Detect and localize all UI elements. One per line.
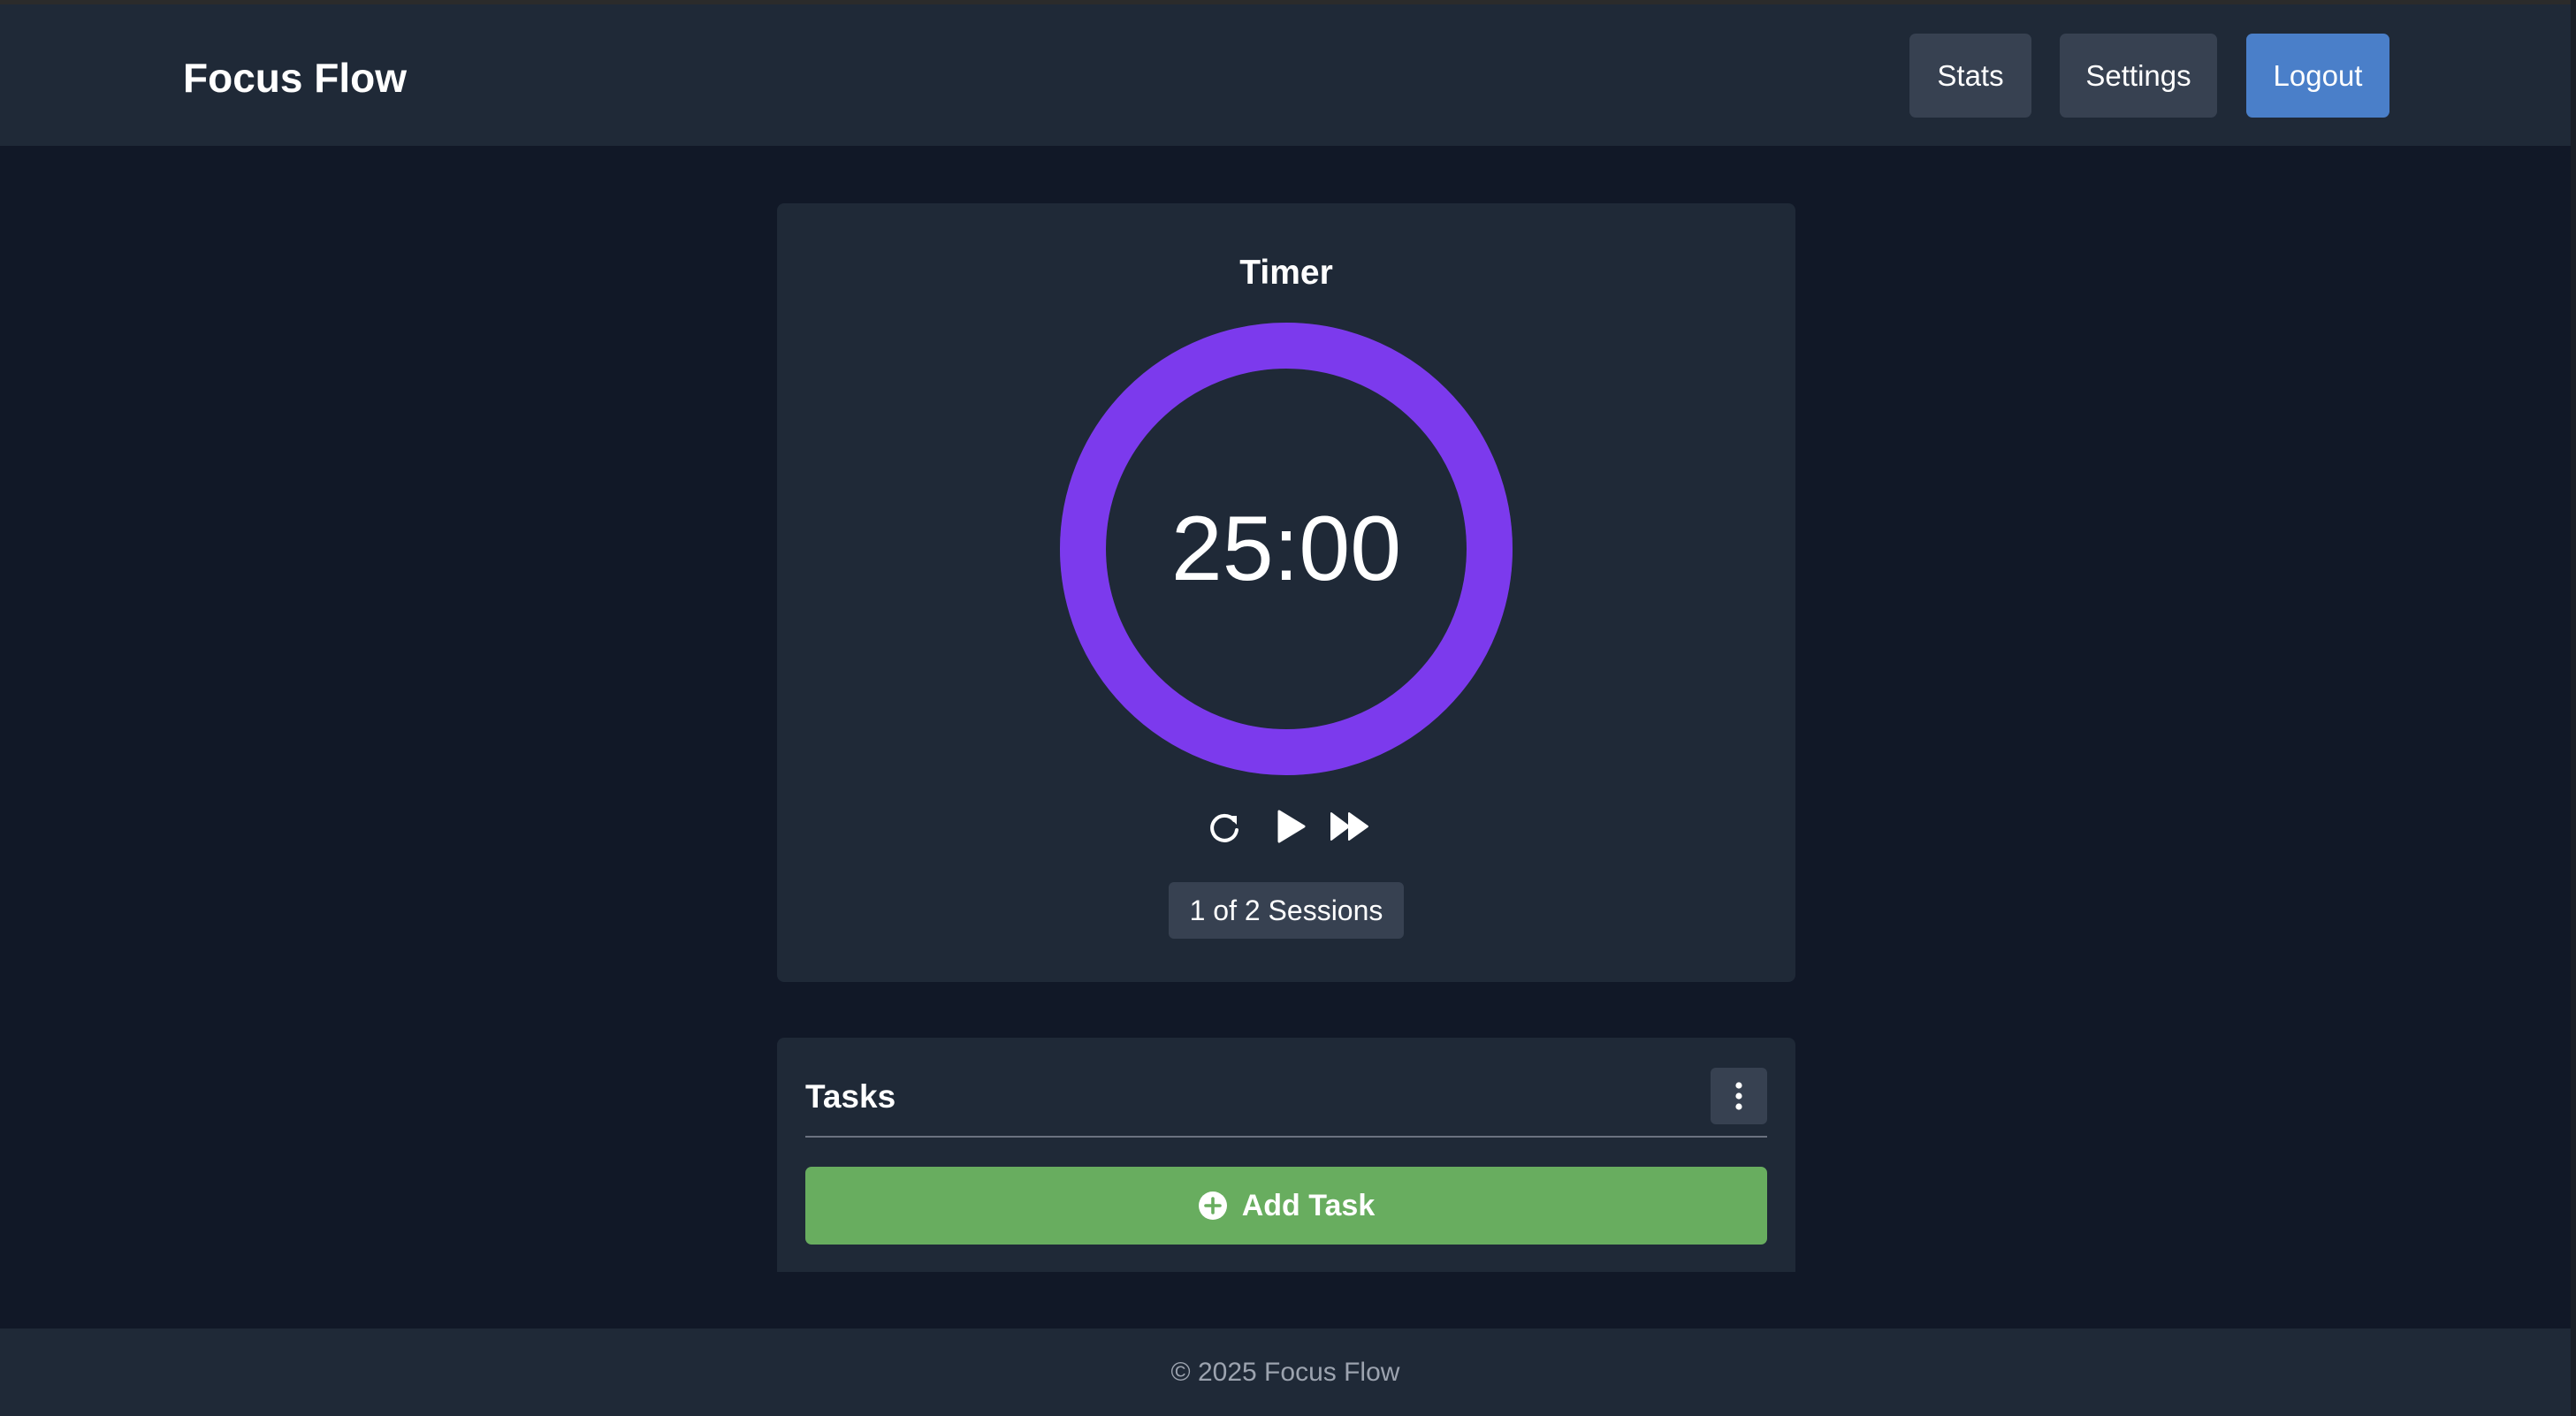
timer-title: Timer [1239,254,1333,292]
logout-button[interactable]: Logout [2246,34,2389,118]
app-footer: © 2025 Focus Flow [0,1328,2571,1416]
play-button[interactable] [1269,804,1313,849]
stats-button[interactable]: Stats [1909,34,2031,118]
reset-icon [1210,813,1238,842]
reset-button[interactable] [1202,804,1246,849]
tasks-card: Tasks Add Task [777,1038,1795,1272]
plus-circle-icon [1198,1191,1228,1221]
tasks-menu-button[interactable] [1711,1068,1767,1124]
tasks-title: Tasks [805,1078,896,1115]
window-right-border [2571,0,2576,1416]
footer-copyright: © 2025 Focus Flow [1170,1357,1400,1387]
play-icon [1277,810,1306,843]
kebab-menu-icon [1735,1082,1742,1110]
timer-controls [777,804,1795,849]
sessions-badge: 1 of 2 Sessions [1169,882,1404,939]
tasks-divider [805,1136,1767,1138]
timer-card: Timer 25:00 1 of 2 Sessions [777,203,1795,982]
settings-button[interactable]: Settings [2060,34,2217,118]
timer-display: 25:00 [1170,498,1402,600]
skip-icon [1330,812,1368,841]
app-header: Focus Flow Stats Settings Logout [0,4,2571,146]
add-task-label: Add Task [1241,1188,1376,1222]
app-brand: Focus Flow [183,55,407,101]
add-task-button[interactable]: Add Task [805,1167,1767,1245]
skip-button[interactable] [1328,804,1372,849]
